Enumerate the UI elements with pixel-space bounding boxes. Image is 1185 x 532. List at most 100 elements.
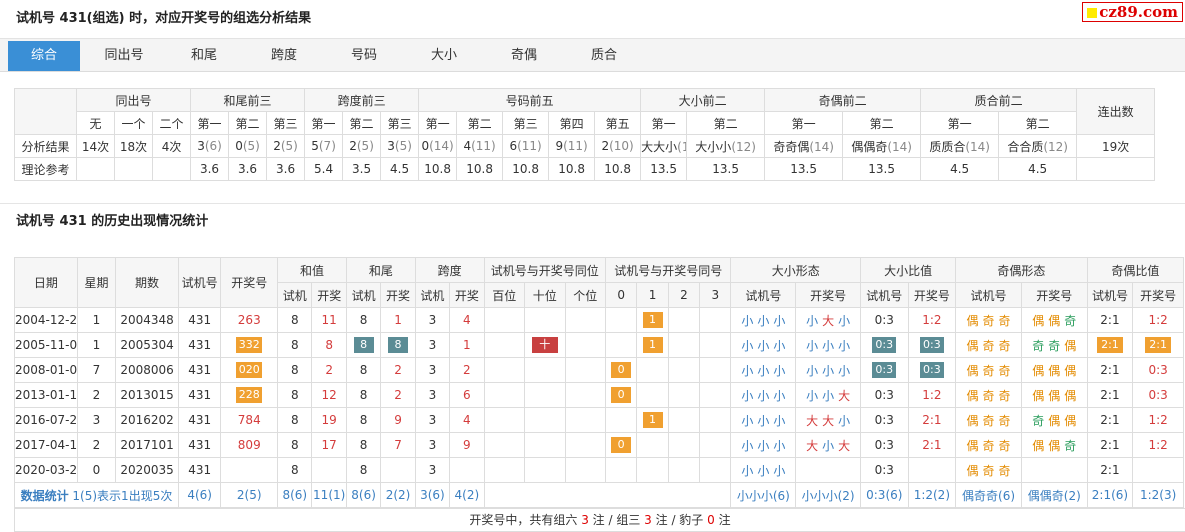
tab-5[interactable]: 号码 — [328, 41, 400, 71]
table-row: 2004-12-201200434843126381181341小小小小大小0:… — [15, 308, 1184, 333]
column-subheader: 开奖 — [312, 283, 346, 308]
draw-number — [221, 458, 278, 483]
pattern-cell: 小小小 — [731, 308, 796, 333]
same-number — [637, 458, 668, 483]
history-section-title: 试机号 431 的历史出现情况统计 — [0, 203, 1185, 240]
sum-draw-cell — [312, 458, 346, 483]
pattern-char: 小 — [773, 364, 785, 378]
tail-test-value: 8 — [360, 313, 368, 327]
tail-draw: 1 — [381, 308, 415, 333]
tail-draw-value: 2 — [394, 388, 402, 402]
same-number: 1 — [637, 333, 668, 358]
span-draw-cell: 6 — [450, 383, 484, 408]
column-header: 日期 — [15, 258, 78, 308]
same-position — [565, 433, 606, 458]
same-position: 十 — [525, 333, 565, 358]
column-subheader: 开奖号 — [1021, 283, 1087, 308]
theory-cell: 13.5 — [687, 158, 765, 181]
same-number: 0 — [606, 383, 637, 408]
same-number-badge: 1 — [643, 412, 663, 428]
tab-8[interactable]: 质合 — [568, 41, 640, 71]
result-value: 3 — [197, 139, 205, 153]
size-ratio-test-value: 0:3 — [875, 463, 894, 477]
sub-header: 无 — [77, 112, 115, 135]
result-value: 3 — [387, 139, 395, 153]
result-value: 4 — [463, 139, 471, 153]
date-cell: 2016-07-27 — [15, 408, 78, 433]
result-value: 4次 — [162, 140, 182, 154]
tab-4[interactable]: 跨度 — [248, 41, 320, 71]
stats-cell: 8(6) — [278, 483, 312, 508]
result-value: 9 — [555, 139, 563, 153]
theory-cell: 4.5 — [999, 158, 1077, 181]
result-cell: 18次 — [115, 135, 153, 158]
pattern-cell: 偶奇奇 — [956, 358, 1022, 383]
pattern-cell: 奇奇偶 — [1021, 333, 1087, 358]
tab-3[interactable]: 和尾 — [168, 41, 240, 71]
table-row: 2013-01-152201301543122881282360小小小小小大0:… — [15, 383, 1184, 408]
tail-test-value: 8 — [360, 463, 368, 477]
column-subheader: 开奖 — [450, 283, 484, 308]
sum-test-cell: 8 — [278, 433, 312, 458]
pattern-char: 小 — [806, 364, 818, 378]
tab-2[interactable]: 同出号 — [88, 41, 160, 71]
pattern-cell: 小小小 — [796, 358, 861, 383]
same-number — [637, 358, 668, 383]
draw-number-value: 809 — [238, 438, 261, 452]
same-number — [700, 308, 731, 333]
sub-header: 一个 — [115, 112, 153, 135]
test-number-cell: 431 — [178, 383, 221, 408]
pattern-cell: 小大小 — [796, 308, 861, 333]
theory-cell: 10.8 — [503, 158, 549, 181]
site-logo[interactable]: cz89.com — [1082, 2, 1183, 22]
pattern-char: 小 — [773, 439, 785, 453]
result-cell: 2(5) — [343, 135, 381, 158]
pattern-char: 小 — [741, 339, 753, 353]
size-ratio-test: 0:3 — [861, 358, 909, 383]
pattern-cell: 偶偶偶 — [1021, 358, 1087, 383]
result-value: 大小小 — [695, 140, 731, 154]
parity-ratio-draw-value: 0:3 — [1148, 363, 1167, 377]
sub-header: 第一 — [921, 112, 999, 135]
pattern-char: 大 — [806, 439, 818, 453]
tab-1[interactable]: 综合 — [8, 41, 80, 71]
parity-ratio-draw: 0:3 — [1133, 358, 1184, 383]
stats-row: 数据统计 1(5)表示1出现5次4(6)2(5)8(6)11(1)8(6)2(2… — [15, 483, 1184, 508]
result-cell: 偶偶奇(14) — [843, 135, 921, 158]
result-cell: 质质合(14) — [921, 135, 999, 158]
sum-test-cell: 8 — [278, 308, 312, 333]
tail-draw: 7 — [381, 433, 415, 458]
column-header: 和值 — [278, 258, 347, 283]
pattern-char: 大 — [822, 414, 834, 428]
size-ratio-draw: 1:2 — [908, 383, 956, 408]
parity-ratio-test: 2:1 — [1087, 308, 1133, 333]
span-test-cell: 3 — [415, 408, 449, 433]
span-test-cell: 3 — [415, 383, 449, 408]
sum-draw-cell: 12 — [312, 383, 346, 408]
result-value: 质质合 — [929, 140, 965, 154]
pattern-char: 大 — [838, 439, 850, 453]
sub-header: 第二 — [343, 112, 381, 135]
size-ratio-test-value: 0:3 — [875, 388, 894, 402]
parity-ratio-test-value: 2:1 — [1100, 313, 1119, 327]
column-subheader: 开奖号 — [908, 283, 956, 308]
pattern-char: 奇 — [983, 339, 995, 353]
theory-cell: 10.8 — [457, 158, 503, 181]
count-leopard: 0 — [707, 513, 715, 527]
theory-cell: 10.8 — [549, 158, 595, 181]
column-header: 奇偶形态 — [956, 258, 1088, 283]
same-position — [484, 408, 524, 433]
result-cell: 2(5) — [267, 135, 305, 158]
issue-cell: 2016202 — [116, 408, 179, 433]
sub-header: 第二 — [229, 112, 267, 135]
tail-test: 8 — [346, 308, 380, 333]
result-cell: 5(7) — [305, 135, 343, 158]
tab-6[interactable]: 大小 — [408, 41, 480, 71]
span-test-cell: 3 — [415, 358, 449, 383]
pattern-char: 小 — [757, 439, 769, 453]
draw-number-badge: 020 — [236, 362, 262, 378]
tab-7[interactable]: 奇偶 — [488, 41, 560, 71]
sum-draw-cell: 2 — [312, 358, 346, 383]
sub-header: 第一 — [765, 112, 843, 135]
pattern-char: 大 — [822, 314, 834, 328]
